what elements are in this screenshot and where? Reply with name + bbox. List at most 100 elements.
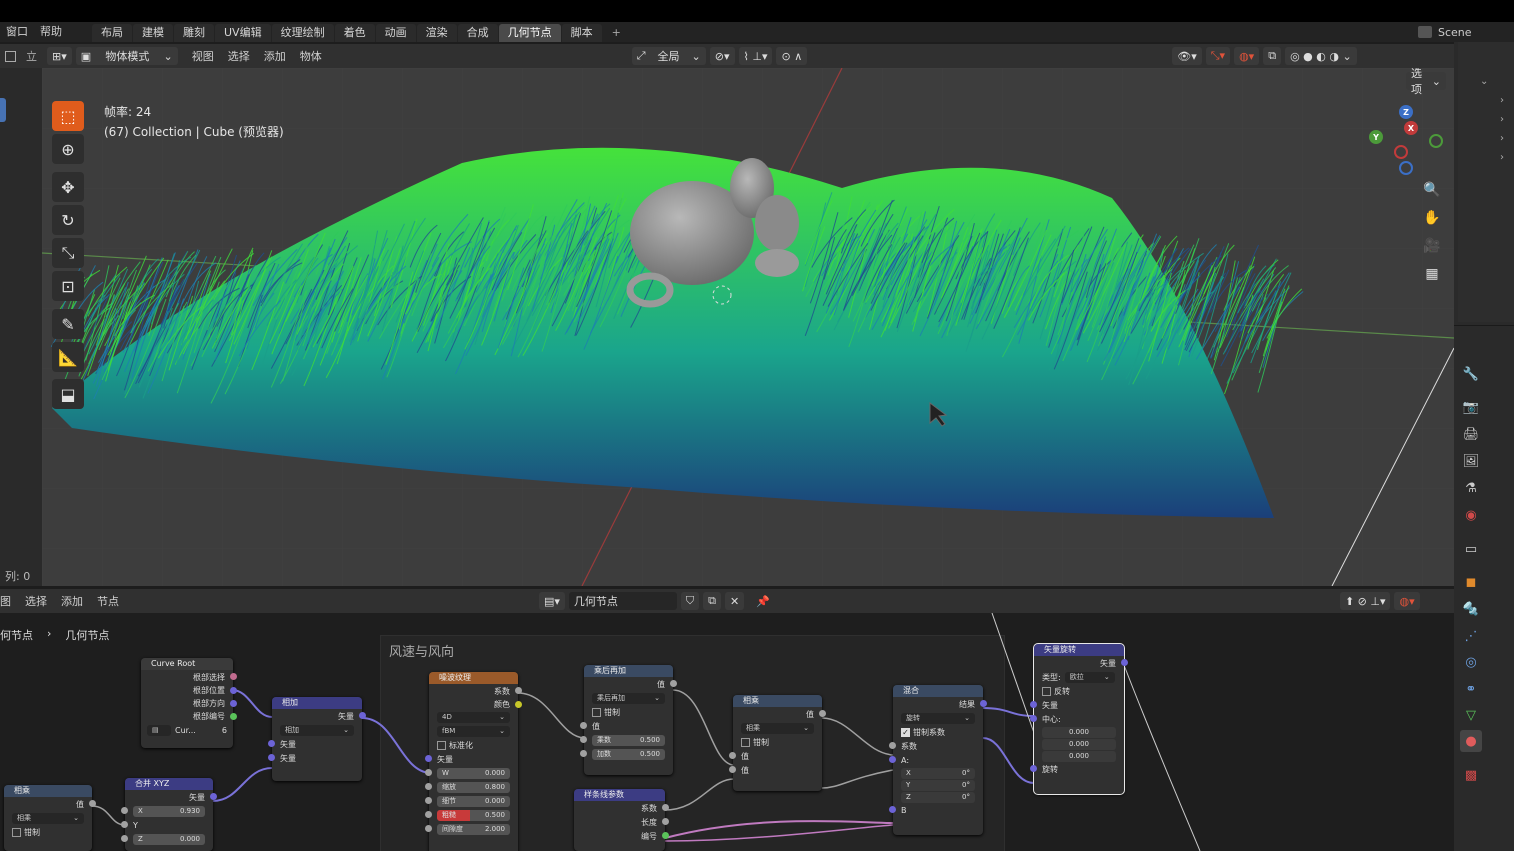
node-tree-type-button[interactable]: ▤▾: [539, 592, 565, 610]
node-multiply-add[interactable]: 乘后再加 值 乘后再加 ⌄ 钳制 值 乘数 0.500 加数 0.500: [580, 665, 677, 775]
checkbox[interactable]: [437, 740, 446, 750]
output-socket[interactable]: [1121, 659, 1128, 666]
node-noise-texture[interactable]: 噪波纹理 系数 颜色 4D ⌄ fBM ⌄ 标准化 矢量 W 0.000 缩放 0.80…: [425, 672, 522, 851]
input-socket[interactable]: [268, 754, 275, 761]
node-header[interactable]: 噪波纹理: [429, 672, 518, 684]
object-properties-icon[interactable]: ◼: [1460, 571, 1482, 593]
value-field[interactable]: 0.000: [1042, 738, 1116, 750]
menu-add[interactable]: 添加: [264, 48, 286, 64]
node-header[interactable]: Curve Root: [141, 658, 233, 670]
value-field[interactable]: 加数 0.500: [592, 748, 665, 760]
node-multiply-2[interactable]: 相乘 值 相乘 ⌄ 钳制: [4, 785, 96, 851]
gizmo-neg-z[interactable]: [1399, 161, 1413, 175]
output-socket[interactable]: [662, 818, 669, 825]
node-header[interactable]: 合并 XYZ: [125, 778, 213, 790]
world-properties-icon[interactable]: ◉: [1460, 504, 1482, 526]
tab-modeling[interactable]: 建模: [133, 24, 173, 42]
mode-select[interactable]: 相乘 ⌄: [12, 812, 84, 824]
output-socket[interactable]: [670, 680, 677, 687]
checkbox[interactable]: [12, 827, 21, 837]
value-field[interactable]: 0.000: [1042, 726, 1116, 738]
node-header[interactable]: 混合: [893, 685, 983, 697]
ortho-toggle-button[interactable]: ▦: [1420, 262, 1444, 286]
tab-layout[interactable]: 布局: [92, 24, 132, 42]
annotate-tool[interactable]: ✎: [52, 309, 84, 339]
mode-select[interactable]: 旋转 ⌄: [901, 712, 975, 724]
rotate-tool[interactable]: ↻: [52, 205, 84, 235]
input-socket[interactable]: [268, 740, 275, 747]
scene-properties-icon[interactable]: ⚗: [1460, 477, 1482, 499]
gizmo-neg-y[interactable]: [1429, 134, 1443, 148]
zoom-button[interactable]: 🔍: [1420, 178, 1444, 202]
visibility-button[interactable]: 👁▾: [1172, 47, 1202, 65]
value-field[interactable]: Z 0.000: [133, 833, 205, 845]
value-field[interactable]: X 0.930: [133, 805, 205, 817]
pivot-point-button[interactable]: ⊘▾: [709, 47, 735, 65]
input-socket[interactable]: [1030, 715, 1037, 722]
node-tools-buttons[interactable]: ⬆ ⊘ ⊥▾: [1339, 592, 1391, 610]
overlay-toggle-button[interactable]: ◍▾: [1234, 47, 1260, 65]
options-dropdown[interactable]: 选项 ⌄: [1406, 68, 1446, 96]
menu-window[interactable]: 窗口: [0, 22, 34, 42]
node-header[interactable]: 相乘: [733, 695, 822, 707]
node-add[interactable]: 相加 矢量 相加 ⌄ 矢量 矢量: [268, 697, 366, 781]
value-field[interactable]: X 0°: [901, 767, 975, 779]
tab-sculpting[interactable]: 雕刻: [174, 24, 214, 42]
node-spline-parameter[interactable]: 样条线参数 系数 长度 编号: [574, 789, 669, 851]
output-socket[interactable]: [819, 710, 826, 717]
mode-select[interactable]: 相乘 ⌄: [741, 722, 814, 734]
checkbox[interactable]: [1042, 686, 1051, 696]
pivot-dropdown[interactable]: ⊞▾: [47, 47, 72, 65]
tab-texture-paint[interactable]: 纹理绘制: [271, 24, 334, 42]
menu-help[interactable]: 帮助: [34, 22, 68, 42]
checkbox-checked[interactable]: ✓: [901, 727, 910, 737]
input-socket[interactable]: [425, 769, 432, 776]
node-tree-selector[interactable]: 几何节点: [568, 592, 677, 610]
snap-button[interactable]: ⌇ ⊥▾: [738, 47, 773, 65]
input-socket[interactable]: [425, 783, 432, 790]
node-header[interactable]: 乘后再加: [584, 665, 673, 677]
camera-view-button[interactable]: 🎥: [1420, 234, 1444, 258]
value-field[interactable]: 间隙度 2.000: [437, 823, 510, 835]
measure-tool[interactable]: 📐: [52, 342, 84, 372]
transform-tool[interactable]: ⊡: [52, 271, 84, 301]
input-socket[interactable]: [729, 766, 736, 773]
node-header[interactable]: 相乘: [4, 785, 92, 797]
gizmo-neg-x[interactable]: [1394, 145, 1408, 159]
input-socket[interactable]: [425, 797, 432, 804]
output-properties-icon[interactable]: 🖨: [1460, 423, 1482, 445]
collection-properties-icon[interactable]: ▭: [1460, 538, 1482, 560]
tab-uv-editing[interactable]: UV编辑: [215, 24, 271, 42]
input-socket[interactable]: [121, 807, 128, 814]
input-socket[interactable]: [425, 755, 432, 762]
output-socket[interactable]: [515, 687, 522, 694]
value-field[interactable]: 乘数 0.500: [592, 734, 665, 746]
mode-select[interactable]: 乘后再加 ⌄: [592, 692, 665, 704]
tab-scripting[interactable]: 脚本: [561, 24, 602, 42]
mode-dropdown[interactable]: ▣ 物体模式 ⌄: [75, 47, 178, 65]
editor-type-icon[interactable]: [5, 50, 16, 62]
node-menu-node[interactable]: 节点: [97, 593, 119, 609]
type-select[interactable]: 欧拉 ⌄: [1064, 671, 1115, 683]
material-properties-icon[interactable]: ●: [1460, 730, 1482, 752]
proportional-edit-button[interactable]: ⊙ ∧: [776, 47, 808, 65]
output-socket[interactable]: [980, 700, 987, 707]
menu-object[interactable]: 物体: [300, 48, 322, 64]
physics-properties-icon[interactable]: ◎: [1460, 651, 1482, 673]
output-socket[interactable]: [662, 804, 669, 811]
tab-rendering[interactable]: 渲染: [416, 24, 457, 42]
expand-icon[interactable]: ›: [1480, 91, 1514, 110]
node-group-field[interactable]: ▤ Cur... 6: [141, 723, 233, 737]
gizmo-z-axis[interactable]: Z: [1399, 105, 1413, 119]
value-field[interactable]: 细节 0.000: [437, 795, 510, 807]
menu-view[interactable]: 视图: [192, 48, 214, 64]
pin-icon[interactable]: 📌: [756, 595, 770, 608]
input-socket[interactable]: [1030, 765, 1037, 772]
node-combine-xyz[interactable]: 合并 XYZ 矢量 X 0.930 Y Z 0.000: [121, 778, 217, 851]
constraints-properties-icon[interactable]: ⚭: [1460, 678, 1482, 700]
menu-select[interactable]: 选择: [228, 48, 250, 64]
cursor-tool[interactable]: ⊕: [52, 134, 84, 164]
add-workspace-button[interactable]: +: [603, 24, 630, 42]
output-socket[interactable]: [230, 700, 237, 707]
gizmo-toggle-button[interactable]: ⤡▾: [1205, 47, 1231, 65]
